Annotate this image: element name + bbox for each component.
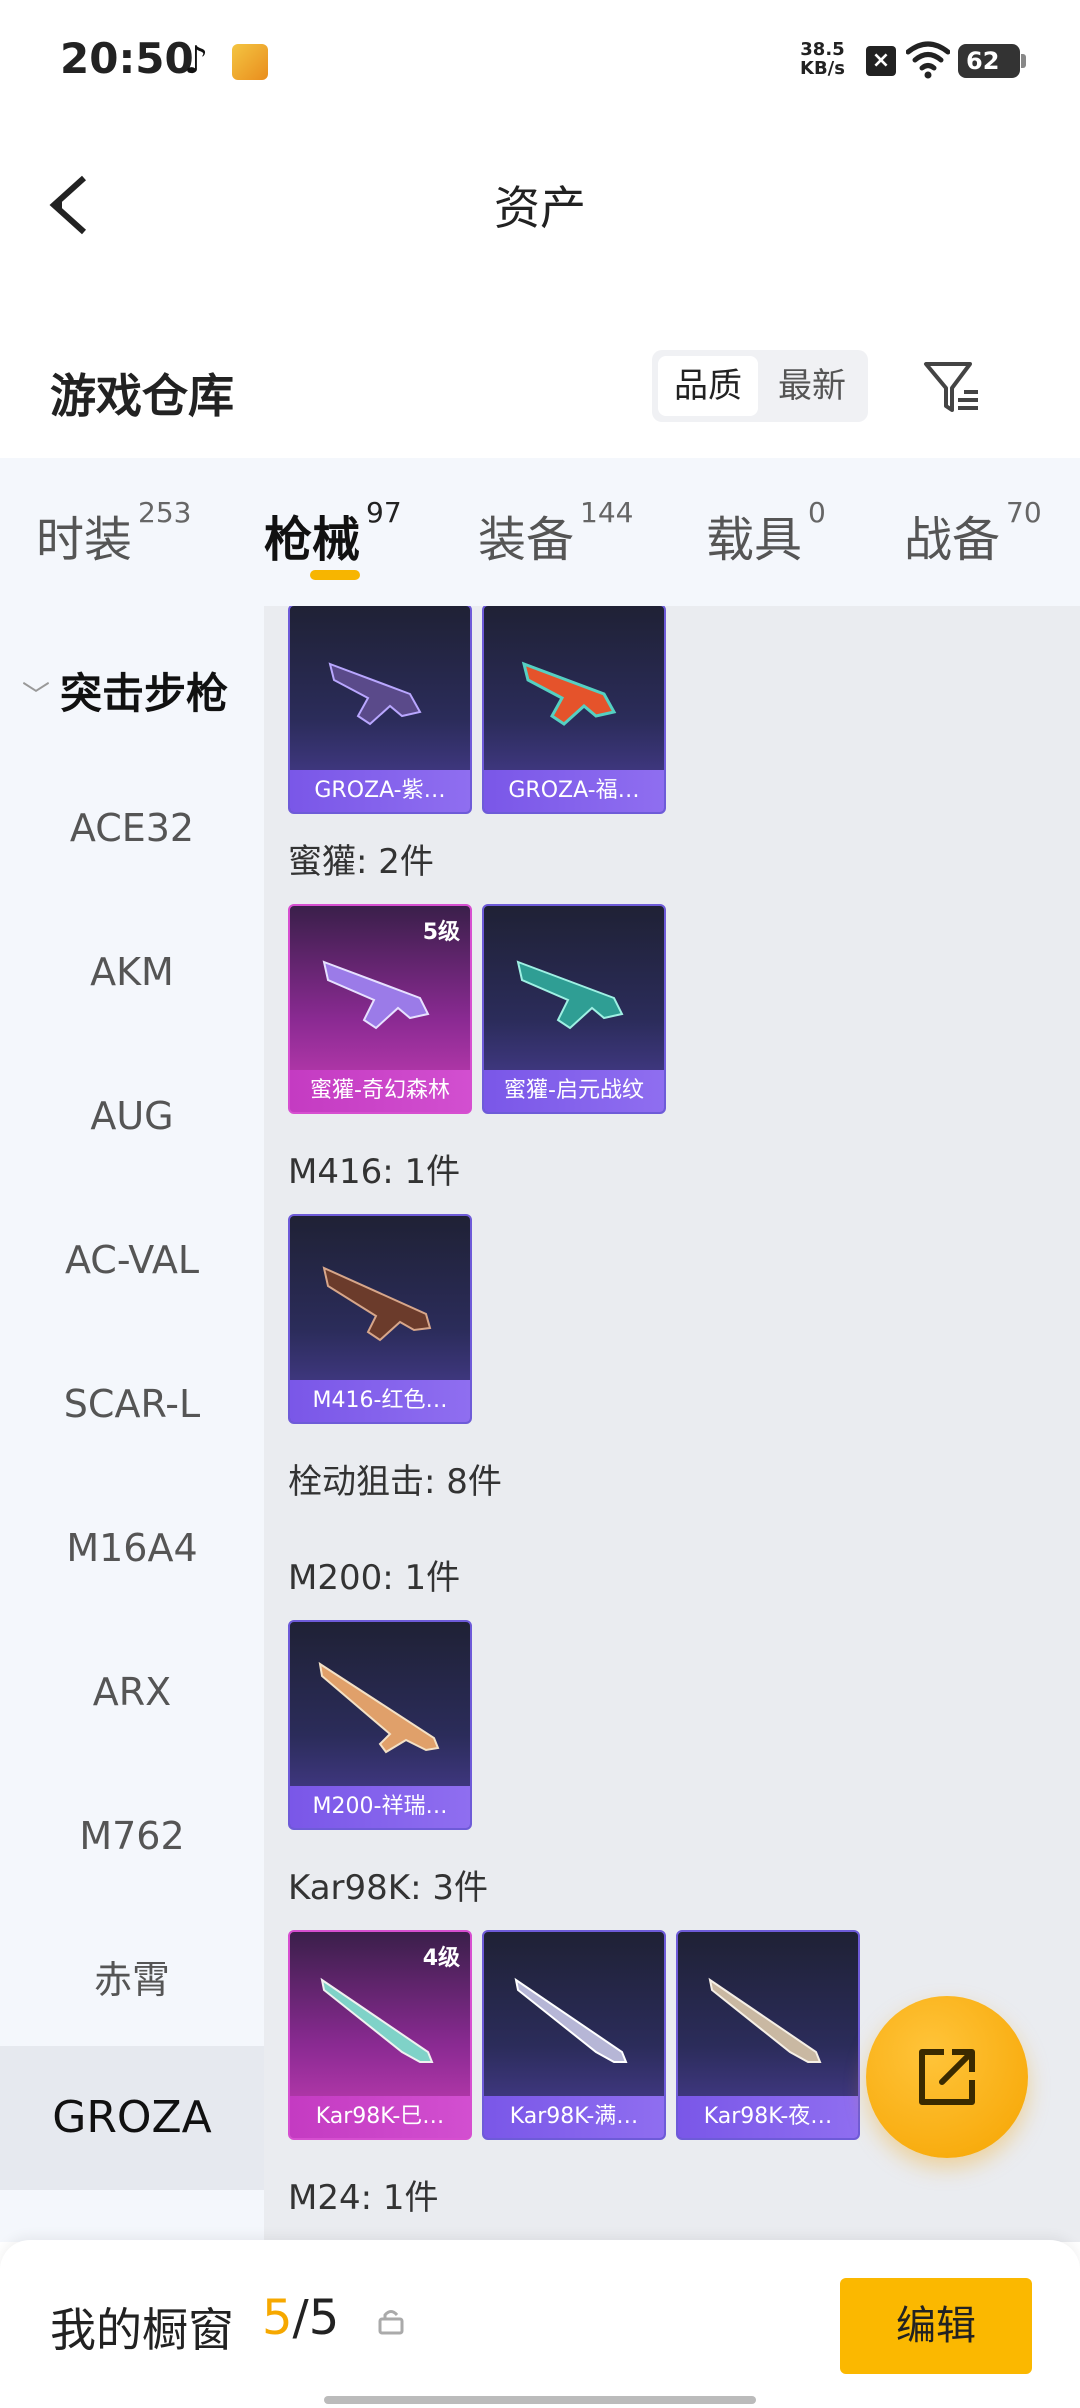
edit-button[interactable]: 编辑 <box>840 2278 1032 2374</box>
weapon-card[interactable]: Kar98K-夜… <box>676 1930 860 2140</box>
weapon-image-icon <box>328 662 422 726</box>
weapon-card[interactable]: GROZA-紫… <box>288 606 472 814</box>
sort-toggle: 品质 最新 <box>652 350 868 422</box>
clock: 20:50 <box>60 34 194 83</box>
sidebar-item-ac-val[interactable]: AC-VAL <box>0 1188 264 1332</box>
weapon-card[interactable]: GROZA-福… <box>482 606 666 814</box>
showcase-bar: 我的橱窗 5/5 编辑 <box>0 2240 1080 2408</box>
section-title: 栓动狙击: 8件 <box>288 1462 502 1502</box>
filter-icon[interactable] <box>920 356 984 420</box>
weapon-image-icon <box>322 1266 432 1342</box>
weapon-image-icon <box>318 1661 440 1754</box>
tab-vehicles[interactable]: 载具 0 <box>706 496 826 570</box>
section-title: M416: 1件 <box>288 1152 461 1192</box>
sidebar-item-m762[interactable]: M762 <box>0 1764 264 1908</box>
app-notification-icon <box>232 44 268 80</box>
weapon-image-icon <box>708 1977 822 2063</box>
tab-fashion[interactable]: 时装 253 <box>36 496 191 570</box>
showcase-label: 我的橱窗 <box>50 2303 234 2357</box>
weapon-image-icon <box>521 661 617 726</box>
sidebar-item-m16a4[interactable]: M16A4 <box>0 1476 264 1620</box>
network-speed: 38.5 KB/s <box>800 39 845 79</box>
section-title: M200: 1件 <box>288 1558 461 1598</box>
weapon-image-icon <box>320 1977 434 2063</box>
sidebar-group-assault-rifles[interactable]: ﹀ 突击步枪 <box>0 650 264 720</box>
weapon-card[interactable]: 4级 Kar98K-巳… <box>288 1930 472 2140</box>
tab-equipment[interactable]: 装备 144 <box>478 496 633 570</box>
status-bar: 20:50 ♪ 38.5 KB/s × 62 <box>0 0 1080 120</box>
weapon-card[interactable]: M416-红色… <box>288 1214 472 1424</box>
page-title: 资产 <box>494 181 586 235</box>
sidebar-item-ace32[interactable]: ACE32 <box>0 756 264 900</box>
home-indicator <box>324 2396 756 2404</box>
warehouse-title: 游戏仓库 <box>50 369 234 423</box>
sidebar-item-chixiao[interactable]: 赤霄 <box>0 1908 264 2052</box>
sort-option-latest[interactable]: 最新 <box>762 356 862 416</box>
showcase-count: 5/5 <box>262 2290 340 2346</box>
section-title: M24: 1件 <box>288 2178 439 2218</box>
wifi-icon <box>906 41 950 79</box>
header: 资产 <box>0 120 1080 280</box>
tiktok-icon: ♪ <box>184 38 209 82</box>
sidebar-item-scar-l[interactable]: SCAR-L <box>0 1332 264 1476</box>
weapon-card[interactable]: 蜜獾-启元战纹 <box>482 904 666 1114</box>
share-fab-button[interactable] <box>866 1996 1028 2158</box>
weapon-card[interactable]: M200-祥瑞… <box>288 1620 472 1830</box>
battery-indicator: 62 <box>958 44 1026 78</box>
category-tabs: 时装 253 枪械 97 装备 144 载具 0 战备 70 <box>0 458 1080 606</box>
weapon-card[interactable]: 5级 蜜獾-奇幻森林 <box>288 904 472 1114</box>
lock-icon <box>378 2310 404 2335</box>
no-sim-icon: × <box>866 46 896 76</box>
share-icon <box>919 2049 975 2105</box>
weapon-image-icon <box>516 960 624 1030</box>
section-title: 蜜獾: 2件 <box>288 842 434 882</box>
weapon-sidebar: ﹀ 突击步枪 ACE32 AKM AUG AC-VAL SCAR-L M16A4… <box>0 606 264 2242</box>
sidebar-item-arx[interactable]: ARX <box>0 1620 264 1764</box>
weapon-image-icon <box>514 1977 628 2063</box>
sidebar-item-aug[interactable]: AUG <box>0 1044 264 1188</box>
sort-option-quality[interactable]: 品质 <box>658 356 758 416</box>
tab-firearms[interactable]: 枪械 97 <box>264 496 402 570</box>
section-title: Kar98K: 3件 <box>288 1868 488 1908</box>
sidebar-item-groza[interactable]: GROZA <box>0 2046 264 2190</box>
tab-combat-supplies[interactable]: 战备 70 <box>904 496 1042 570</box>
weapon-card[interactable]: Kar98K-满… <box>482 1930 666 2140</box>
chevron-down-icon: ﹀ <box>22 679 51 712</box>
sidebar-item-akm[interactable]: AKM <box>0 900 264 1044</box>
weapon-image-icon <box>322 960 430 1030</box>
active-tab-indicator <box>310 570 360 580</box>
